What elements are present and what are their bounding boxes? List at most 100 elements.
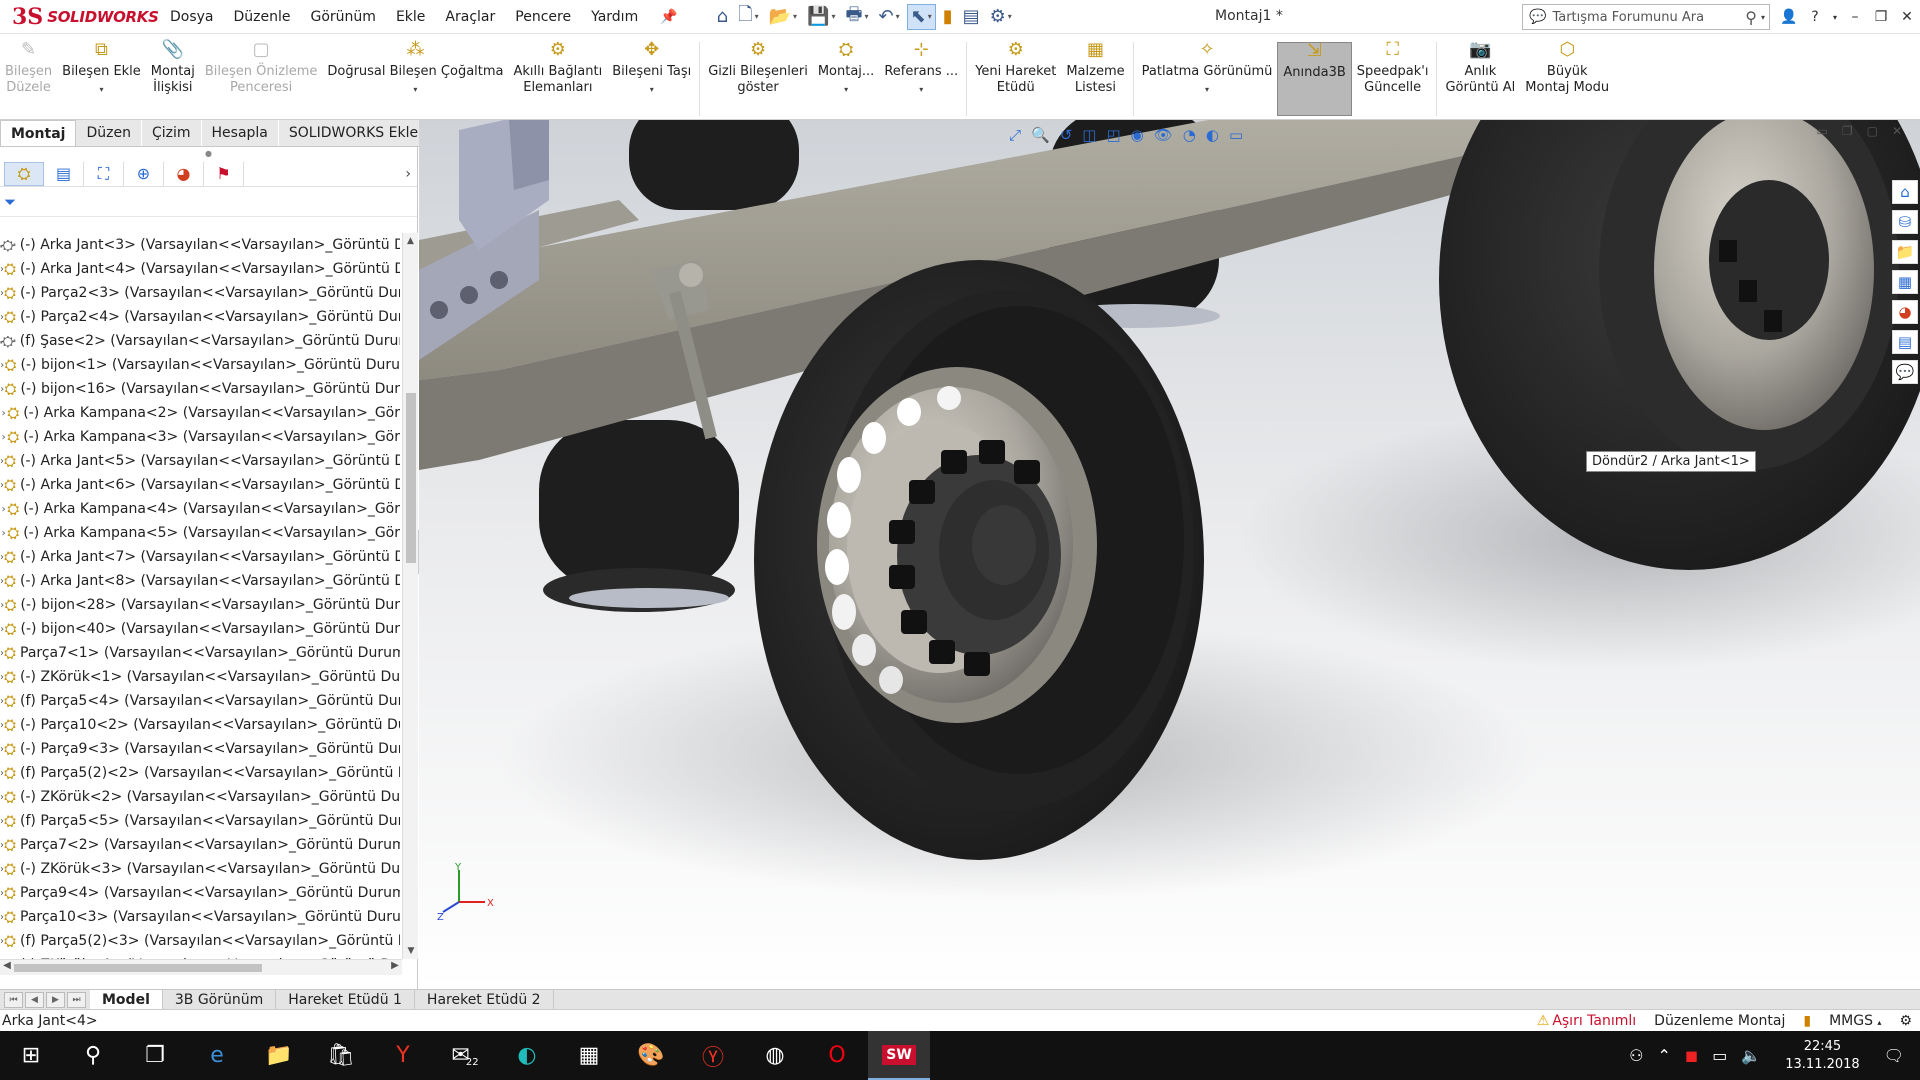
print-button[interactable]: 🖶 ▾ <box>842 4 871 30</box>
menu-0[interactable]: Dosya <box>160 9 224 25</box>
ribbon-button-bom[interactable]: ▦ Malzeme Listesi <box>1061 41 1129 116</box>
scroll-down-icon[interactable]: ▼ <box>403 943 419 959</box>
model-render[interactable] <box>419 120 1920 989</box>
ribbon-button-motion-study[interactable]: ⚙ Yeni Hareket Etüdü <box>970 41 1061 116</box>
tree-item[interactable]: › ⛭ (-) Arka Jant<5> (Varsayılan<<Varsayıl… <box>0 449 400 473</box>
units-selector[interactable]: MMGS ▴ <box>1829 1013 1881 1029</box>
forum-tab-icon[interactable]: 💬 <box>1892 360 1918 384</box>
restore-button[interactable]: ❐ <box>1868 9 1894 25</box>
antivirus-icon[interactable]: ◼ <box>1685 1046 1698 1065</box>
opera-icon[interactable]: O <box>806 1031 868 1080</box>
chevron-right-icon[interactable]: › <box>405 166 411 182</box>
tree-item[interactable]: › ⛭ (-) Arka Kampana<4> (Varsayılan<<Varsa… <box>0 497 400 521</box>
tree-item[interactable]: › ⛭ (-) Arka Jant<6> (Varsayılan<<Varsayıl… <box>0 473 400 497</box>
dimxpert-tab-icon[interactable]: ⊕ <box>124 161 164 186</box>
display-style-icon[interactable]: ◉ <box>1131 126 1144 144</box>
yandex-icon[interactable]: Y <box>372 1031 434 1080</box>
clock[interactable]: 22:45 13.11.2018 <box>1785 1038 1859 1074</box>
view-palette-icon[interactable]: ▦ <box>1892 270 1918 294</box>
file-properties-button[interactable]: ▤ <box>960 4 983 30</box>
vp-maximize-icon[interactable]: ▢ <box>1867 124 1878 138</box>
tree-item[interactable]: ⛮ (f) Şase<2> (Varsayılan<<Varsayılan>_Gö… <box>0 329 400 353</box>
home-button[interactable]: ⌂ <box>714 4 731 30</box>
edge-icon[interactable]: e <box>186 1031 248 1080</box>
tree-item[interactable]: › ⛭ (-) Arka Jant<8> (Varsayılan<<Varsayıl… <box>0 569 400 593</box>
scroll-thumb[interactable] <box>406 393 416 563</box>
task-view-icon[interactable]: ❐ <box>124 1031 186 1080</box>
appearance-icon[interactable]: ◔ <box>1183 126 1196 144</box>
calculator-icon[interactable]: ▦ <box>558 1031 620 1080</box>
close-button[interactable]: ✕ <box>1894 9 1920 25</box>
new-document-button[interactable]: 🗋 ▾ <box>735 4 762 30</box>
tree-item[interactable]: › ⛭ (f) Parça5(2)<3> (Varsayılan<<Varsayıl… <box>0 929 400 953</box>
ribbon-button-preview[interactable]: ▢ Bileşen Önizleme Penceresi <box>200 41 322 116</box>
ribbon-button-insert-component[interactable]: ⧉ Bileşen Ekle ▾ <box>57 41 146 116</box>
status-bar-settings-icon[interactable]: ⚙ <box>1899 1013 1912 1029</box>
tab-hesapla[interactable]: Hesapla <box>201 120 279 146</box>
section-view-icon[interactable]: ◫ <box>1082 126 1096 144</box>
scroll-up-icon[interactable]: ▲ <box>403 233 418 249</box>
menu-3[interactable]: Ekle <box>386 9 435 25</box>
scroll-right-icon[interactable]: ▶ <box>388 960 402 971</box>
prev-tab-icon[interactable]: ◀ <box>25 991 44 1008</box>
people-icon[interactable]: ⚇ <box>1629 1046 1643 1065</box>
ribbon-button-show-hidden[interactable]: ⚙ Gizli Bileşenleri göster <box>703 41 813 116</box>
tree-item[interactable]: › ⛭ (-) Parça2<3> (Varsayılan<<Varsayılan>… <box>0 281 400 305</box>
ribbon-button-snapshot[interactable]: 📷 Anlık Görüntü Al <box>1440 41 1520 116</box>
tree-item[interactable]: › ⛭ (-) Arka Jant<7> (Varsayılan<<Varsayıl… <box>0 545 400 569</box>
ribbon-button-move-component[interactable]: ✥ Bileşeni Taşı ▾ <box>607 41 696 116</box>
scene-icon[interactable]: ◐ <box>1206 126 1219 144</box>
tree-item[interactable]: › ⛭ (-) bijon<28> (Varsayılan<<Varsayılan>… <box>0 593 400 617</box>
vp-close-icon[interactable]: ✕ <box>1892 124 1902 138</box>
ribbon-button-speedpak[interactable]: ⛶ Speedpak'ı Güncelle <box>1352 41 1434 116</box>
chevron-down-icon[interactable]: ▾ <box>650 82 654 98</box>
save-button[interactable]: 💾 ▾ <box>804 4 838 30</box>
ribbon-button-pattern[interactable]: ⁂ Doğrusal Bileşen Çoğaltma ▾ <box>322 41 508 116</box>
tree-item[interactable]: › ⛭ (-) bijon<1> (Varsayılan<<Varsayılan>_… <box>0 353 400 377</box>
chevron-down-icon[interactable]: ▾ <box>1205 82 1209 98</box>
tree-item[interactable]: › ⛭ (-) Arka Jant<4> (Varsayılan<<Varsayıl… <box>0 257 400 281</box>
ribbon-button-mate[interactable]: 📎 Montaj İlişkisi <box>146 41 200 116</box>
bottom-tab-0[interactable]: Model <box>90 989 163 1010</box>
display-manager-tab-icon[interactable]: ◕ <box>164 161 204 186</box>
chevron-down-icon[interactable]: ▾ <box>99 82 103 98</box>
tree-item[interactable]: › ⛭ Parça10<3> (Varsayılan<<Varsayılan>_Gö… <box>0 905 400 929</box>
tree-item[interactable]: › ⛭ (f) Parça5(2)<2> (Varsayılan<<Varsayıl… <box>0 761 400 785</box>
configuration-manager-tab-icon[interactable]: ⛶ <box>84 161 124 186</box>
view-orientation-icon[interactable]: ◰ <box>1106 126 1120 144</box>
view-settings-icon[interactable]: ▭ <box>1229 126 1243 144</box>
tree-item[interactable]: › ⛭ (-) Arka Kampana<2> (Varsayılan<<Varsa… <box>0 401 400 425</box>
menu-4[interactable]: Araçlar <box>435 9 505 25</box>
tab-düzen[interactable]: Düzen <box>76 120 142 146</box>
graphics-area[interactable]: ⤢ 🔍 ↺ ◫ ◰ ◉ 👁 ◔ ◐ ▭ ▭ ❐ ▢ ✕ Döndür2 / Ar… <box>419 120 1920 989</box>
menu-6[interactable]: Yardım <box>581 9 648 25</box>
last-tab-icon[interactable]: ⏭ <box>67 991 86 1008</box>
file-explorer-taskbar-icon[interactable]: 📁 <box>248 1031 310 1080</box>
select-button[interactable]: ⬉ ▾ <box>906 3 936 30</box>
expand-arrow-icon[interactable]: › <box>0 504 7 515</box>
expand-arrow-icon[interactable]: › <box>0 528 7 539</box>
app-orb-icon[interactable]: ◍ <box>744 1031 806 1080</box>
chevron-down-icon[interactable]: ▾ <box>413 82 417 98</box>
arc-app-icon[interactable]: ◐ <box>496 1031 558 1080</box>
tree-item[interactable]: › ⛭ (-) ZKörük<1> (Varsayılan<<Varsayılan>… <box>0 665 400 689</box>
menu-2[interactable]: Görünüm <box>301 9 386 25</box>
feature-manager-tab-icon[interactable]: ⛭ <box>4 161 44 186</box>
tray-chevron-icon[interactable]: ⌃ <box>1658 1046 1671 1065</box>
chevron-down-icon[interactable]: ▾ <box>919 82 923 98</box>
vp-minimize-icon[interactable]: ▭ <box>1816 124 1827 138</box>
first-tab-icon[interactable]: ⏮ <box>4 991 23 1008</box>
tree-filter[interactable]: ⏷ <box>0 187 417 217</box>
tree-item[interactable]: › ⛭ (-) Parça9<3> (Varsayılan<<Varsayılan>… <box>0 737 400 761</box>
paint-icon[interactable]: 🎨 <box>620 1031 682 1080</box>
help-icon[interactable]: ? <box>1802 9 1828 25</box>
tree-item[interactable]: › ⛭ Parça7<2> (Varsayılan<<Varsayılan>_Gör… <box>0 833 400 857</box>
tree-item[interactable]: › ⛭ (-) bijon<16> (Varsayılan<<Varsayılan>… <box>0 377 400 401</box>
ribbon-button-reference-geometry[interactable]: ⊹ Referans ... ▾ <box>879 41 963 116</box>
hide-show-icon[interactable]: 👁 <box>1154 126 1173 144</box>
ribbon-button-large-assembly[interactable]: ⬡ Büyük Montaj Modu <box>1520 41 1614 116</box>
store-icon[interactable]: 🛍 <box>310 1031 372 1080</box>
next-tab-icon[interactable]: ▶ <box>46 991 65 1008</box>
file-explorer-icon[interactable]: 📁 <box>1892 240 1918 264</box>
open-button[interactable]: 📂 ▾ <box>766 4 800 30</box>
